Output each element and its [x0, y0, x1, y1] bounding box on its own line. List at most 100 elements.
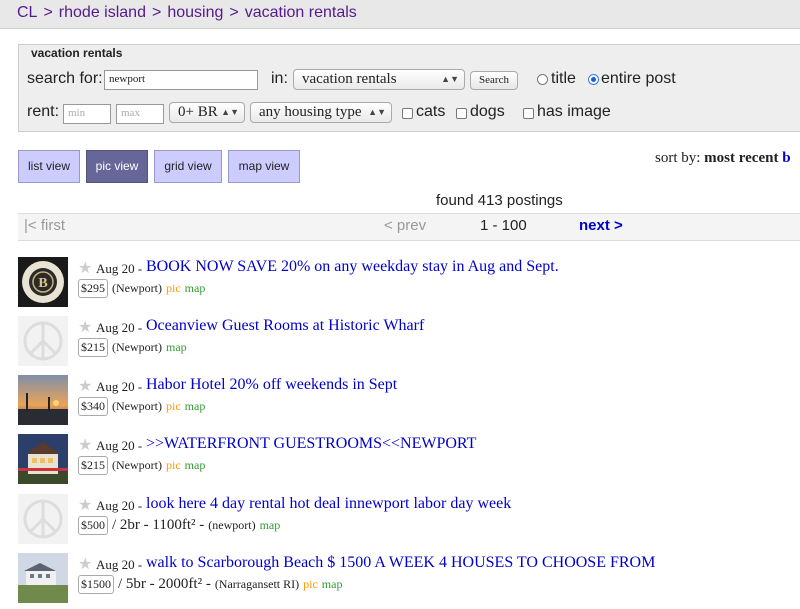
listing-title-link[interactable]: BOOK NOW SAVE 20% on any weekday stay in…: [146, 258, 559, 276]
listing-title-link[interactable]: >>WATERFRONT GUESTROOMS<<NEWPORT: [146, 435, 476, 453]
listing-price: $500: [78, 516, 108, 535]
breadcrumb-separator: >: [229, 4, 239, 21]
breadcrumb-separator: >: [151, 4, 162, 21]
hotel-seal-logo-icon: B: [18, 257, 68, 307]
search-input[interactable]: newport: [104, 70, 258, 90]
sort-current: most recent: [704, 150, 779, 166]
sort-option-link[interactable]: b: [782, 150, 790, 166]
category-select[interactable]: vacation rentals ▲▼: [293, 69, 465, 90]
listing-thumbnail[interactable]: [18, 434, 68, 484]
select-arrows-icon: ▲▼: [368, 107, 386, 117]
listing-date: Aug 20 -: [96, 379, 143, 394]
breadcrumb-rhode-island[interactable]: rhode island: [59, 4, 146, 21]
page-range: 1 - 100: [480, 217, 527, 234]
grid-view-button[interactable]: grid view: [154, 150, 222, 183]
housing-type-select[interactable]: any housing type ▲▼: [250, 102, 392, 123]
entire-post-radio[interactable]: [588, 74, 599, 85]
has-image-label: has image: [537, 103, 611, 120]
housing-type-select-value: any housing type: [259, 104, 362, 120]
dogs-label: dogs: [470, 103, 505, 120]
breadcrumb-bar: CL > rhode island > housing > vacation rentals: [0, 0, 800, 29]
search-button[interactable]: Search: [470, 71, 518, 90]
map-view-button[interactable]: map view: [228, 150, 300, 183]
first-page-link[interactable]: |< first: [24, 214, 65, 238]
listing-location: (Newport): [112, 458, 162, 472]
listing-size: / 2br - 1100ft² -: [112, 517, 205, 533]
cats-checkbox[interactable]: [402, 108, 413, 119]
listing-price: $1500: [78, 575, 114, 594]
bedrooms-select[interactable]: 0+ BR ▲▼: [169, 102, 245, 123]
breadcrumb-separator: >: [43, 4, 53, 21]
map-link[interactable]: map: [260, 518, 281, 532]
listing-date: Aug 20 -: [96, 557, 143, 572]
favorite-star-icon[interactable]: ★: [78, 435, 92, 455]
prev-page-link[interactable]: < prev: [384, 214, 426, 238]
listing-title-link[interactable]: walk to Scarborough Beach $ 1500 A WEEK …: [146, 554, 655, 572]
favorite-star-icon[interactable]: ★: [78, 317, 92, 337]
listing-price: $215: [78, 456, 108, 475]
sort-by: sort by: most recent b: [655, 150, 791, 167]
favorite-star-icon[interactable]: ★: [78, 258, 92, 278]
breadcrumb-vacation-rentals[interactable]: vacation rentals: [245, 4, 357, 21]
listing-location: (newport): [208, 518, 256, 532]
listing-thumbnail[interactable]: [18, 494, 68, 544]
listing-title-link[interactable]: look here 4 day rental hot deal innewpor…: [146, 495, 511, 513]
listing-price: $295: [78, 279, 108, 298]
map-link[interactable]: map: [185, 458, 206, 472]
listing-meta: $215 (Newport) map: [78, 338, 187, 358]
map-link[interactable]: map: [166, 340, 187, 354]
listing-location: (Newport): [112, 340, 162, 354]
peace-placeholder-icon: [18, 316, 68, 366]
listing-thumbnail[interactable]: B: [18, 257, 68, 307]
cats-label: cats: [416, 103, 446, 120]
listing-row: B ★ Aug 20 - BOOK NOW SAVE 20% on any we…: [18, 257, 800, 313]
bedrooms-select-value: 0+ BR: [178, 104, 218, 120]
category-select-value: vacation rentals: [302, 71, 397, 87]
listing-title-link[interactable]: Habor Hotel 20% off weekends in Sept: [146, 376, 397, 394]
listing-title-link[interactable]: Oceanview Guest Rooms at Historic Wharf: [146, 317, 424, 335]
title-radio[interactable]: [537, 74, 548, 85]
listing-thumbnail[interactable]: [18, 553, 68, 603]
favorite-star-icon[interactable]: ★: [78, 554, 92, 574]
listing-size: / 5br - 2000ft² -: [118, 576, 211, 592]
pic-tag: pic: [165, 458, 181, 472]
svg-text:B: B: [38, 276, 47, 291]
beach-house-photo-icon: [18, 553, 68, 603]
listing-location: (Narragansett RI): [214, 577, 300, 591]
listing-thumbnail[interactable]: [18, 316, 68, 366]
has-image-checkbox[interactable]: [523, 108, 534, 119]
breadcrumb-housing[interactable]: housing: [167, 4, 223, 21]
harbor-sunset-photo-icon: [18, 375, 68, 425]
pic-tag: pic: [165, 399, 181, 413]
favorite-star-icon[interactable]: ★: [78, 376, 92, 396]
listing-date: Aug 20 -: [96, 498, 143, 513]
next-page-link[interactable]: next >: [579, 214, 623, 238]
listing-date: Aug 20 -: [96, 261, 143, 276]
sort-by-label: sort by:: [655, 150, 701, 166]
select-arrows-icon: ▲▼: [221, 107, 239, 117]
listing-thumbnail[interactable]: [18, 375, 68, 425]
listing-row: ★ Aug 20 - Oceanview Guest Rooms at Hist…: [18, 316, 800, 372]
found-postings-count: found 413 postings: [436, 192, 563, 209]
search-for-label: search for:: [27, 70, 103, 87]
pagination-bar: |< first < prev 1 - 100 next >: [18, 213, 800, 241]
map-link[interactable]: map: [322, 577, 343, 591]
max-rent-input[interactable]: max: [116, 104, 164, 124]
dogs-checkbox[interactable]: [456, 108, 467, 119]
listing-meta: $500 / 2br - 1100ft² - (newport) map: [78, 516, 280, 536]
pic-view-button[interactable]: pic view: [86, 150, 148, 183]
select-arrows-icon: ▲▼: [441, 74, 459, 84]
category-label: in:: [271, 70, 288, 87]
min-rent-input[interactable]: min: [63, 104, 111, 124]
breadcrumb-cl[interactable]: CL: [17, 4, 37, 21]
breadcrumb: CL > rhode island > housing > vacation rentals: [17, 0, 357, 26]
listing-location: (Newport): [112, 281, 162, 295]
favorite-star-icon[interactable]: ★: [78, 495, 92, 515]
listing-row: ★ Aug 20 - look here 4 day rental hot de…: [18, 494, 800, 550]
map-link[interactable]: map: [185, 399, 206, 413]
map-link[interactable]: map: [185, 281, 206, 295]
pic-tag: pic: [303, 577, 318, 591]
pic-tag: pic: [165, 281, 181, 295]
list-view-button[interactable]: list view: [18, 150, 80, 183]
listing-row: ★ Aug 20 - walk to Scarborough Beach $ 1…: [18, 553, 800, 609]
